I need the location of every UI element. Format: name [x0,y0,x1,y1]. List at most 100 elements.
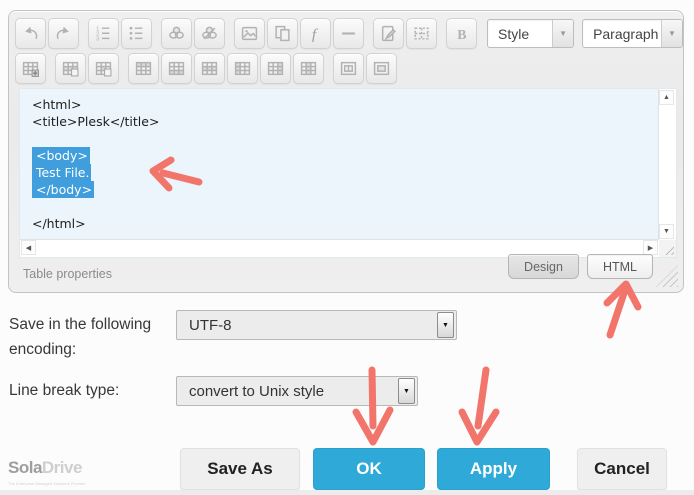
line-break-label: Line break type: [9,378,119,403]
encoding-label: Save in the following encoding: [9,312,175,362]
insert-table-icon [22,60,39,77]
code-line: </html> [32,215,659,232]
chevron-down-icon: ▼ [437,312,454,338]
toggle-guidelines-icon [413,25,430,42]
textarea-resize-grip[interactable] [659,240,676,257]
scroll-down-icon[interactable]: ▼ [659,224,674,239]
svg-text:B: B [457,27,466,42]
chevron-down-icon: ▼ [398,378,415,404]
code-line-selected: </body> [32,181,659,198]
tab-design[interactable]: Design [508,254,579,279]
vertical-scrollbar[interactable]: ▲ ▼ [658,89,676,240]
bold-icon: B [453,25,470,42]
view-tabs: Design HTML [508,254,653,279]
save-as-button[interactable]: Save As [180,448,300,490]
ok-button[interactable]: OK [313,448,425,490]
remove-link-icon [201,25,218,42]
insert-column-before-button[interactable] [227,53,258,84]
table-row-properties-icon [62,60,79,77]
merge-cells-button[interactable] [366,53,397,84]
paste-button[interactable] [267,18,298,49]
cancel-button[interactable]: Cancel [577,448,667,490]
redo-button[interactable] [48,18,79,49]
soladrive-logo: SolaDrive The Enterprise Managed Solutio… [8,461,128,491]
insert-column-after-button[interactable] [260,53,291,84]
window-bottom-edge [0,490,694,495]
line-break-select[interactable]: convert to Unix style ▼ [176,376,418,406]
svg-text:3: 3 [96,37,99,42]
insert-row-before-icon [135,60,152,77]
toggle-guidelines-button[interactable] [406,18,437,49]
insert-link-icon [168,25,185,42]
paragraph-select-value: Paragraph [583,26,661,42]
delete-row-icon [201,60,218,77]
svg-text:f: f [312,26,319,42]
insert-row-after-icon [168,60,185,77]
insert-column-after-icon [267,60,284,77]
scroll-left-icon[interactable]: ◀ [21,240,36,255]
code-line [32,198,659,215]
html-source-textarea[interactable]: <html><title>Plesk</title> <body> Test F… [19,88,677,258]
table-cell-properties-icon [95,60,112,77]
plesk-file-editor-window: { "editor": { "toolbar": { "style_select… [0,0,694,495]
undo-button[interactable] [15,18,46,49]
insert-image-icon [241,25,258,42]
chevron-down-icon: ▼ [661,20,682,47]
split-merged-cells-button[interactable] [333,53,364,84]
unordered-list-icon [128,25,145,42]
insert-row-before-button[interactable] [128,53,159,84]
delete-row-button[interactable] [194,53,225,84]
logo-text-primary: Sola [8,458,42,477]
insert-row-after-button[interactable] [161,53,192,84]
insert-table-button[interactable] [15,53,46,84]
toolbar-row-1: 123 f B Style ▼ Paragraph ▼ [9,11,683,49]
insert-image-button[interactable] [234,18,265,49]
line-break-select-value: convert to Unix style [177,383,398,400]
code-line-selected: <body> [32,147,659,164]
ordered-list-button[interactable]: 123 [88,18,119,49]
code-line: <html> [32,96,659,113]
code-content: <html><title>Plesk</title> <body> Test F… [20,89,659,240]
statusbar-path: Table properties [23,267,112,281]
ordered-list-icon: 123 [95,25,112,42]
editor-panel: 123 f B Style ▼ Paragraph ▼ <html><title>P… [8,10,684,293]
panel-resize-grip[interactable] [656,265,678,287]
code-line: <title>Plesk</title> [32,113,659,130]
split-merged-cells-icon [340,60,357,77]
scroll-right-icon[interactable]: ▶ [643,240,658,255]
table-row-properties-button[interactable] [55,53,86,84]
insert-flash-icon: f [307,25,324,42]
code-line [32,130,659,147]
edit-html-source-button[interactable] [373,18,404,49]
delete-column-icon [300,60,317,77]
style-select-value: Style [488,26,552,42]
paragraph-select[interactable]: Paragraph ▼ [582,19,683,48]
style-select[interactable]: Style ▼ [487,19,574,48]
paste-icon [274,25,291,42]
logo-tagline: The Enterprise Managed Solutions Provide… [8,477,128,491]
annotation-arrow-apply-button [454,366,502,448]
remove-link-button[interactable] [194,18,225,49]
chevron-down-icon: ▼ [552,20,573,47]
redo-icon [55,25,72,42]
bold-button[interactable]: B [446,18,477,49]
horizontal-rule-icon [340,25,357,42]
merge-cells-icon [373,60,390,77]
horizontal-rule-button[interactable] [333,18,364,49]
insert-link-button[interactable] [161,18,192,49]
scroll-up-icon[interactable]: ▲ [659,90,674,105]
logo-text-secondary: Drive [42,458,82,477]
undo-icon [22,25,39,42]
table-cell-properties-button[interactable] [88,53,119,84]
encoding-select[interactable]: UTF-8 ▼ [176,310,457,340]
delete-column-button[interactable] [293,53,324,84]
toolbar-row-2 [9,49,683,84]
insert-flash-button[interactable]: f [300,18,331,49]
unordered-list-button[interactable] [121,18,152,49]
tab-html[interactable]: HTML [587,254,653,279]
insert-column-before-icon [234,60,251,77]
code-line-selected: Test File. [32,164,659,181]
encoding-select-value: UTF-8 [177,317,437,334]
apply-button[interactable]: Apply [437,448,550,490]
edit-html-source-icon [380,25,397,42]
